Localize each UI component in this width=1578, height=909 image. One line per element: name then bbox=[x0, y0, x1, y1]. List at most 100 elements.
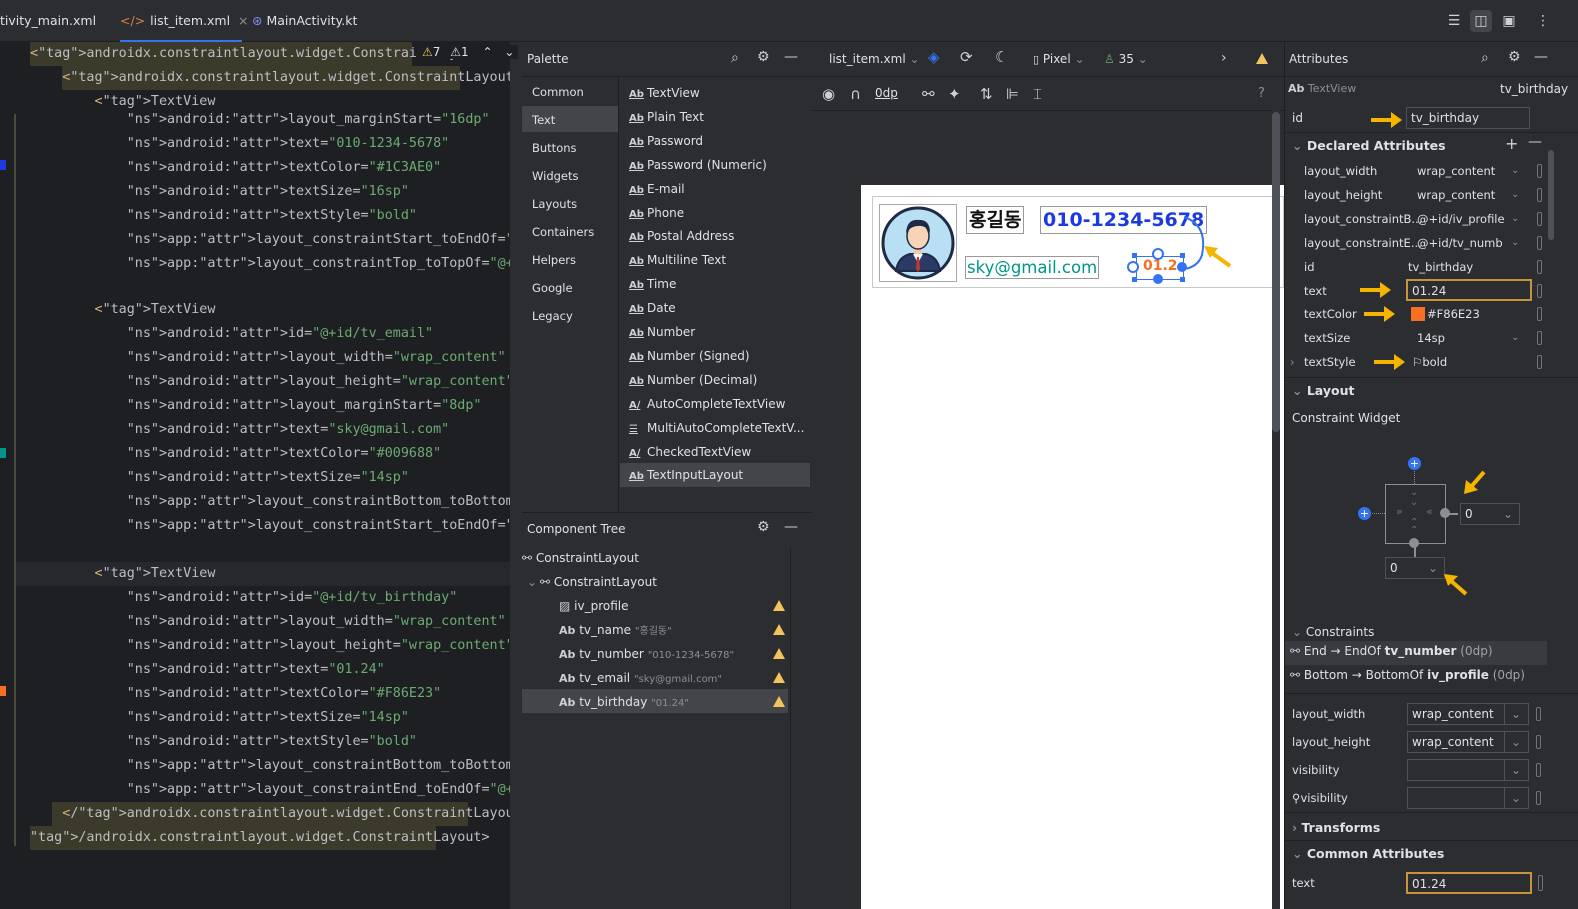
layout-header[interactable]: ⌄ Layout bbox=[1292, 379, 1354, 403]
id-input[interactable]: tv_birthday bbox=[1406, 107, 1530, 129]
code-view-icon[interactable]: ☰ bbox=[1443, 10, 1465, 32]
palette-item[interactable]: Ab TextInputLayout bbox=[629, 463, 743, 487]
warning-icon[interactable] bbox=[1256, 53, 1268, 64]
editor-scrollbar[interactable] bbox=[510, 42, 522, 909]
next-highlight-icon[interactable]: ⌄ bbox=[504, 45, 514, 59]
gear-icon[interactable]: ⚙ bbox=[1508, 49, 1521, 65]
text-input[interactable]: 01.24 bbox=[1406, 278, 1532, 301]
tree-row-tv_name[interactable]: Ab tv_name "홍길동" bbox=[559, 618, 672, 642]
common-text-input[interactable]: 01.24 bbox=[1406, 872, 1532, 894]
profile-image[interactable] bbox=[879, 204, 957, 282]
search-icon[interactable]: ⌕ bbox=[731, 50, 739, 66]
bottom-constraint-handle[interactable] bbox=[1409, 538, 1419, 548]
palette-item[interactable]: Ab Date bbox=[629, 296, 676, 320]
palette-item[interactable]: Ab Time bbox=[629, 272, 676, 296]
attribute-row-layoutheight[interactable]: layout_height wrap_content ⌄ bbox=[1287, 183, 1557, 207]
palette-category-containers[interactable]: Containers bbox=[532, 219, 594, 245]
api-selector[interactable]: ♙ 35 ⌄ bbox=[1104, 52, 1148, 66]
split-view-icon[interactable]: ◫ bbox=[1470, 10, 1492, 32]
attribute-row-layoutconstraintb[interactable]: layout_constraintB... @+id/iv_profile ⌄ bbox=[1287, 207, 1557, 231]
device-selector[interactable]: ▯ Pixel ⌄ bbox=[1033, 52, 1085, 66]
gear-icon[interactable]: ⚙ bbox=[757, 519, 770, 535]
palette-item[interactable]: A∕ CheckedTextView bbox=[629, 440, 751, 464]
tab-list-item[interactable]: </> list_item.xml × bbox=[120, 0, 249, 42]
declared-attributes-header[interactable]: ⌄ Declared Attributes bbox=[1292, 134, 1446, 158]
palette-item[interactable]: Ab Phone bbox=[629, 201, 684, 225]
palette-item[interactable]: Ab Number (Decimal) bbox=[629, 368, 757, 392]
palette-category-buttons[interactable]: Buttons bbox=[532, 135, 577, 161]
align-icon[interactable]: ⊫ bbox=[1006, 85, 1019, 103]
palette-item[interactable]: Ab E-mail bbox=[629, 177, 685, 201]
canvas-scroll-thumb[interactable] bbox=[1272, 112, 1280, 432]
chevron-down-icon[interactable]: ⌄ bbox=[1511, 207, 1519, 231]
add-top-constraint-icon[interactable]: + bbox=[1408, 457, 1421, 470]
chevron-right-icon[interactable]: › bbox=[1290, 350, 1295, 374]
prev-highlight-icon[interactable]: ⌃ bbox=[482, 45, 492, 59]
add-attribute-icon[interactable]: + bbox=[1505, 134, 1518, 153]
infer-constraints-icon[interactable]: ✦ bbox=[948, 85, 961, 103]
resource-picker-icon[interactable] bbox=[1537, 187, 1542, 202]
design-view-icon[interactable]: ▣ bbox=[1498, 10, 1520, 32]
email-preview[interactable]: sky@gmail.com bbox=[965, 256, 1100, 279]
resource-picker-icon[interactable] bbox=[1536, 763, 1541, 777]
default-margin-button[interactable]: 0dp bbox=[875, 86, 898, 100]
palette-item[interactable]: Ab Number (Signed) bbox=[629, 344, 750, 368]
common-attributes-header[interactable]: ⌄ Common Attributes bbox=[1292, 842, 1444, 866]
palette-item[interactable]: A∕ AutoCompleteTextView bbox=[629, 392, 785, 416]
palette-category-legacy[interactable]: Legacy bbox=[532, 303, 573, 329]
resource-picker-icon[interactable] bbox=[1538, 875, 1543, 891]
tree-row-tv_email[interactable]: Ab tv_email "sky@gmail.com" bbox=[559, 666, 722, 690]
palette-item[interactable]: ☰ MultiAutoCompleteTextV... bbox=[629, 416, 804, 440]
palette-category-widgets[interactable]: Widgets bbox=[532, 163, 579, 189]
attribute-row-text[interactable]: text 01.24 bbox=[1287, 278, 1557, 303]
more-options-icon[interactable]: ⋮ bbox=[1532, 10, 1554, 32]
palette-category-common[interactable]: Common bbox=[532, 79, 584, 105]
tree-row-constraintlayout[interactable]: ⌄ ⚯ ConstraintLayout bbox=[527, 570, 657, 594]
layout-row-select[interactable]: wrap_content ⌄ bbox=[1407, 731, 1529, 753]
chevron-down-icon[interactable]: ⌄ bbox=[1511, 231, 1519, 255]
layout-row-select[interactable]: ⌄ bbox=[1407, 787, 1529, 809]
file-selector[interactable]: list_item.xml ⌄ bbox=[829, 52, 920, 66]
code-editor[interactable]: <"tag">androidx.constraintlayout.widget.… bbox=[0, 42, 522, 909]
minimize-icon[interactable]: — bbox=[784, 49, 798, 65]
warnings-indicator[interactable]: ⚠7 ⚠1 ⌃ ⌄ bbox=[418, 45, 519, 59]
attributes-scroll-thumb[interactable] bbox=[1548, 150, 1554, 240]
tree-row-tv_birthday[interactable]: Ab tv_birthday "01.24" bbox=[559, 690, 689, 714]
palette-item[interactable]: Ab Multiline Text bbox=[629, 248, 726, 272]
resource-picker-icon[interactable] bbox=[1537, 355, 1542, 370]
tab-main-activity[interactable]: ⊛ MainActivity.kt bbox=[252, 0, 372, 42]
constraint-row[interactable]: ⚯ Bottom → BottomOf iv_profile (0dp) bbox=[1290, 668, 1525, 682]
chevron-right-icon[interactable]: › bbox=[1221, 50, 1227, 66]
design-blueprint-icon[interactable]: ◈ bbox=[928, 48, 940, 66]
warning-icon[interactable] bbox=[773, 624, 785, 635]
chevron-down-icon[interactable]: ⌄ bbox=[1511, 183, 1519, 207]
attribute-row-layoutwidth[interactable]: layout_width wrap_content ⌄ bbox=[1287, 159, 1557, 183]
attribute-row-id[interactable]: id tv_birthday bbox=[1287, 255, 1557, 279]
palette-item[interactable]: Ab Postal Address bbox=[629, 224, 734, 248]
resource-picker-icon[interactable] bbox=[1537, 259, 1542, 274]
gear-icon[interactable]: ⚙ bbox=[757, 49, 770, 65]
resource-picker-icon[interactable] bbox=[1536, 791, 1541, 805]
add-start-constraint-icon[interactable]: + bbox=[1358, 507, 1371, 520]
palette-category-google[interactable]: Google bbox=[532, 275, 573, 301]
chevron-down-icon[interactable]: ⌄ bbox=[1511, 159, 1519, 183]
orientation-icon[interactable]: ⟳ bbox=[960, 48, 973, 66]
layout-row-select[interactable]: wrap_content ⌄ bbox=[1407, 703, 1529, 725]
palette-item[interactable]: Ab Password bbox=[629, 129, 703, 153]
pack-icon[interactable]: ⇅ bbox=[980, 85, 993, 103]
tree-row-tv_number[interactable]: Ab tv_number "010-1234-5678" bbox=[559, 642, 734, 666]
palette-item[interactable]: Ab Number bbox=[629, 320, 695, 344]
transforms-header[interactable]: › Transforms bbox=[1292, 816, 1380, 840]
palette-category-text[interactable]: Text bbox=[532, 107, 555, 133]
palette-item[interactable]: Ab TextView bbox=[629, 81, 700, 105]
magnet-icon[interactable]: ∩ bbox=[850, 85, 861, 103]
warning-icon[interactable] bbox=[773, 696, 785, 707]
color-swatch[interactable] bbox=[1411, 307, 1425, 322]
resource-picker-icon[interactable] bbox=[1537, 235, 1542, 250]
resource-picker-icon[interactable] bbox=[1537, 331, 1542, 346]
clear-constraints-icon[interactable]: ⚯ bbox=[922, 85, 935, 103]
palette-item[interactable]: Ab Password (Numeric) bbox=[629, 153, 767, 177]
resource-picker-icon[interactable] bbox=[1537, 283, 1542, 298]
chevron-down-icon[interactable]: ⌄ bbox=[1511, 326, 1519, 350]
attribute-row-textcolor[interactable]: textColor #F86E23 bbox=[1287, 302, 1557, 326]
